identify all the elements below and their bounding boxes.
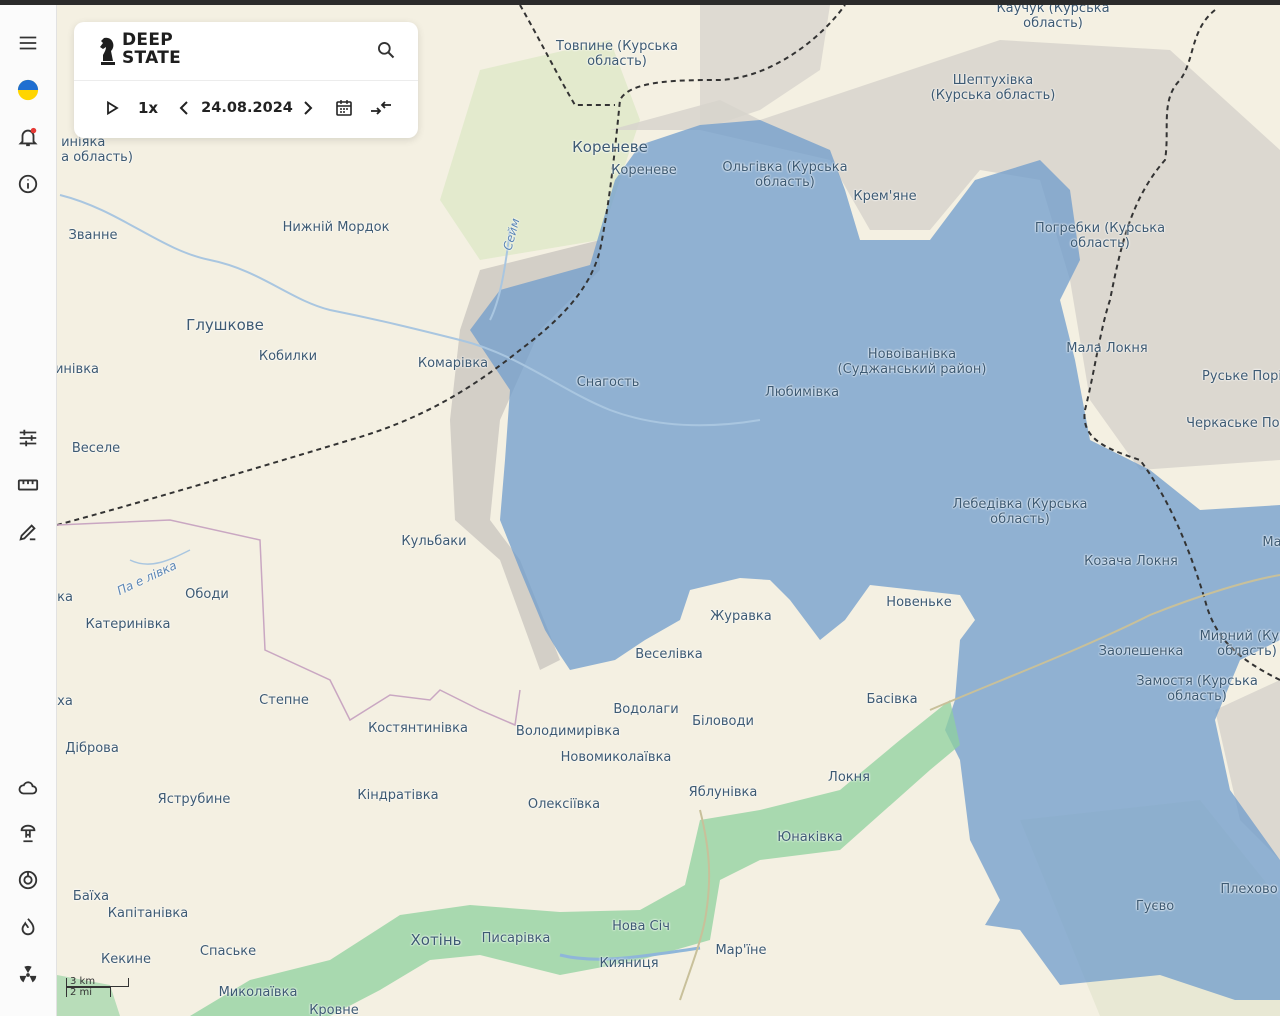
place-label: Замостя (Курська область): [1136, 674, 1258, 704]
place-label: Ольгівка (Курська область): [722, 160, 848, 190]
place-label: Руське Порі: [1202, 369, 1280, 384]
cloud-icon[interactable]: [8, 770, 48, 806]
map-scale: 3 km 2 mi: [66, 977, 129, 998]
brand-line-1: DEEP: [122, 30, 173, 50]
place-label: Кіндратівка: [357, 788, 439, 803]
map-layer: [57, 5, 1280, 1016]
place-label: Веселівка: [635, 647, 703, 662]
place-label: Кровне: [309, 1003, 359, 1016]
target-icon[interactable]: [8, 862, 48, 898]
place-label: Лебедівка (Курська область): [952, 497, 1088, 527]
place-label: Мирний (Курс область): [1199, 629, 1280, 659]
ruler-icon[interactable]: [8, 467, 48, 503]
place-label: Нова Січ: [612, 919, 670, 934]
place-label: Яструбине: [157, 792, 231, 807]
mushroom-cloud-icon[interactable]: [8, 815, 48, 851]
place-label: Локня: [828, 770, 870, 785]
place-label: иніяка а область): [61, 135, 133, 165]
place-label: ха: [57, 694, 73, 709]
sliders-icon[interactable]: [8, 420, 48, 456]
place-label: Мар'їне: [715, 943, 767, 958]
place-label: Кореневе: [572, 138, 648, 156]
place-label: Миколаївка: [218, 985, 298, 1000]
place-label: Новоіванівка (Суджанський район): [837, 347, 987, 377]
place-label: Погребки (Курська область): [1034, 221, 1166, 251]
place-label: Діброва: [65, 741, 119, 756]
place-label: Олексіївка: [527, 797, 601, 812]
place-label: Кореневе: [611, 163, 677, 178]
place-label: Снагость: [576, 375, 640, 390]
place-label: Мала Локня: [1066, 341, 1148, 356]
scale-mi: 2 mi: [66, 987, 111, 998]
speed-button[interactable]: 1x: [134, 94, 162, 122]
place-label: Катеринівка: [85, 617, 171, 632]
ukraine-flag-icon[interactable]: [8, 72, 48, 108]
place-label: инівка: [57, 362, 100, 377]
place-label: Баїха: [72, 889, 110, 904]
info-icon[interactable]: [8, 166, 48, 202]
place-label: Заолешенка: [1098, 644, 1184, 659]
place-label: Ма: [1262, 535, 1280, 550]
place-label: Костянтинівка: [368, 721, 468, 736]
place-label: Веселе: [71, 441, 121, 456]
sidebar: [0, 5, 57, 1016]
place-label: Капітанівка: [107, 906, 189, 921]
place-label: Новомиколаївка: [560, 750, 672, 765]
place-label: Кияниця: [599, 956, 659, 971]
place-label: Писарівка: [481, 931, 551, 946]
place-label: Товпине (Курська область): [555, 39, 679, 69]
place-label: Спаське: [199, 944, 257, 959]
draw-icon[interactable]: [8, 514, 48, 550]
place-label: Водолаги: [613, 702, 679, 717]
calendar-icon[interactable]: [332, 94, 356, 122]
control-panel: DEEP STATE 1x 24.08.2024: [74, 22, 418, 138]
place-label: Нижній Мордок: [282, 220, 390, 235]
brand-line-2: STATE: [122, 48, 182, 68]
compare-icon[interactable]: [368, 94, 394, 122]
place-label: Ободи: [185, 587, 229, 602]
chevron-right-icon[interactable]: [298, 94, 318, 122]
place-label: Каучук (Курська область): [996, 5, 1110, 31]
place-label: Гуєво: [1135, 899, 1175, 914]
place-label: Новеньке: [886, 595, 952, 610]
deepstate-logo[interactable]: DEEP STATE: [96, 31, 181, 67]
place-label: Любимівка: [764, 385, 840, 400]
search-icon[interactable]: [372, 36, 400, 64]
place-label: Черкаське Пор: [1186, 416, 1280, 431]
place-label: Кобилки: [258, 349, 318, 364]
place-label: Юнаківка: [777, 830, 843, 845]
place-label: Плехово: [1220, 882, 1278, 897]
place-label: Глушкове: [186, 316, 264, 334]
panel-divider: [74, 80, 418, 81]
play-icon[interactable]: [100, 94, 124, 122]
place-label: Хотінь: [410, 931, 462, 949]
date-label[interactable]: 24.08.2024: [201, 94, 293, 122]
menu-icon[interactable]: [8, 25, 48, 61]
place-label: Басівка: [866, 692, 918, 707]
place-label: Яблунівка: [688, 785, 758, 800]
place-label: Шептухівка (Курська область): [930, 73, 1056, 103]
chevron-left-icon[interactable]: [174, 94, 194, 122]
place-label: ка: [57, 590, 73, 605]
scale-km: 3 km: [66, 977, 129, 987]
radiation-icon[interactable]: [8, 957, 48, 993]
place-label: Званне: [68, 228, 118, 243]
knight-icon: [100, 37, 115, 65]
place-label: Біловоди: [692, 714, 754, 729]
place-label: Кульбаки: [401, 534, 467, 549]
place-label: Степне: [259, 693, 309, 708]
map-canvas[interactable]: Каучук (Курська область) Товпине (Курськ…: [57, 5, 1280, 1016]
place-label: Козача Локня: [1084, 554, 1178, 569]
place-label: Володимирівка: [515, 724, 621, 739]
fire-icon[interactable]: [8, 909, 48, 945]
bell-icon[interactable]: [8, 119, 48, 155]
place-label: Кекине: [100, 952, 152, 967]
place-label: Комарівка: [417, 356, 489, 371]
place-label: Журавка: [710, 609, 772, 624]
place-label: Крем'яне: [853, 189, 917, 204]
